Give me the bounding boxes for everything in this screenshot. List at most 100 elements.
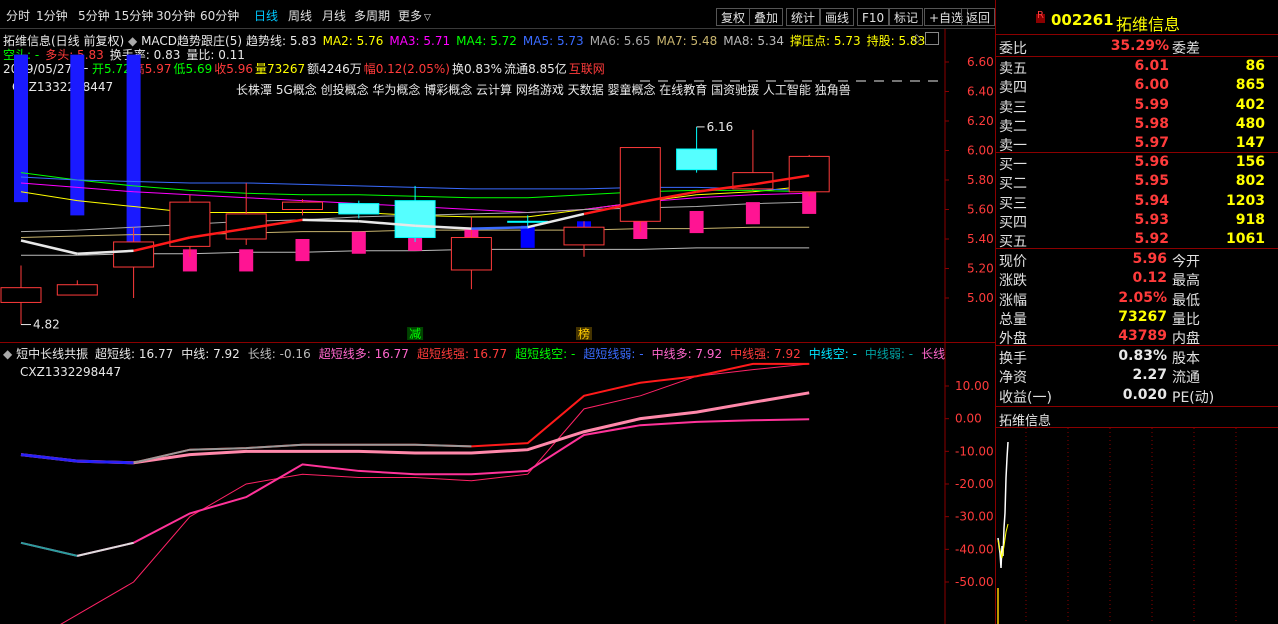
sub-y-tick-label: 0.00 <box>955 412 982 426</box>
period-tab-8[interactable]: 月线 <box>322 7 346 24</box>
bids-price: 5.92 <box>1134 231 1169 248</box>
asks-label: 卖二 <box>999 118 1027 135</box>
macd-bar <box>520 225 535 248</box>
sub-y-tick-label: -20.00 <box>955 477 994 491</box>
sub-y-tick-label: 10.00 <box>955 379 989 393</box>
stats1-row-3[interactable]: 总量 73267 量比 <box>996 308 1278 328</box>
asks-row-3[interactable]: 卖二 5.98 480 <box>996 115 1278 135</box>
stats2-row-2[interactable]: 收益(一) 0.020 PE(动) <box>996 386 1278 406</box>
bids-label: 买三 <box>999 195 1027 212</box>
period-tab-4[interactable]: 30分钟 <box>156 7 195 24</box>
trend-line-segment <box>20 239 78 255</box>
period-tab-9[interactable]: 多周期 <box>354 7 390 24</box>
candlestick-plot: 6.60 6.40 6.20 6.00 5.80 5.60 5.40 5.20 5.00 6.16… <box>0 29 994 342</box>
stats1-row-1[interactable]: 涨跌 0.12 最高 <box>996 269 1278 290</box>
stats2-value: 0.020 <box>1122 386 1167 403</box>
y-tick-label: 6.60 <box>967 55 994 69</box>
toolbar-button-4[interactable]: F10 <box>857 8 890 26</box>
stats1-row-2[interactable]: 涨幅 2.05% 最低 <box>996 289 1278 309</box>
candle-body <box>0 287 42 303</box>
long-line-weak <box>20 541 78 557</box>
macd-bar <box>239 249 254 272</box>
mid-line <box>20 391 810 465</box>
asks-row-4[interactable]: 卖一 5.97 147 <box>996 134 1278 154</box>
asks-row-1[interactable]: 卖四 6.00 865 <box>996 76 1278 97</box>
main-chart[interactable]: 拓维信息(日线 前复权) ◆ MACD趋势跟庄(5) 趋势线: 5.83 MA2:… <box>0 29 995 343</box>
macd-bar <box>745 202 760 225</box>
asks-volume: 147 <box>1235 135 1265 152</box>
reduce-marker: 减 <box>409 327 421 341</box>
toolbar-button-0[interactable]: 复权 <box>716 8 751 26</box>
sub-chart[interactable]: ◆ 短中长线共振 超短线: 16.77 中线: 7.92 长线: -0.16 超短线多… <box>0 343 995 624</box>
weibi-label: 委比 <box>999 41 1027 57</box>
candle-body <box>563 226 605 246</box>
stats1-value: 2.05% <box>1118 289 1167 306</box>
bids-row-1[interactable]: 买二 5.95 802 <box>996 172 1278 192</box>
stats1-value: 5.96 <box>1132 251 1167 267</box>
stats1-label2: 最低 <box>1172 292 1200 309</box>
macd-bar <box>689 210 704 234</box>
candle-body <box>450 237 492 271</box>
stats2-row-0[interactable]: 换手 0.83% 股本 <box>996 347 1278 367</box>
stats1-label: 涨幅 <box>999 292 1027 309</box>
toolbar-button-7[interactable]: 返回 <box>961 8 996 26</box>
weicha-label: 委差 <box>1172 41 1200 57</box>
volume-blue-bar <box>126 54 141 248</box>
period-tab-1[interactable]: 1分钟 <box>36 7 68 24</box>
chevron-down-icon: ▽ <box>424 13 431 23</box>
toolbar-button-2[interactable]: 统计 <box>786 8 821 26</box>
bids-row-0[interactable]: 买一 5.96 156 <box>996 153 1278 173</box>
stats2-value: 2.27 <box>1132 367 1167 384</box>
long-line-neutral <box>77 541 134 557</box>
bids-price: 5.96 <box>1134 154 1169 170</box>
bids-volume: 156 <box>1235 154 1265 170</box>
period-tab-6[interactable]: 日线 <box>254 7 278 24</box>
stats2-row-1[interactable]: 净资 2.27 流通 <box>996 366 1278 386</box>
period-tab-5[interactable]: 60分钟 <box>200 7 239 24</box>
y-tick-label: 6.00 <box>967 144 994 158</box>
stock-name: 拓维信息 <box>1116 15 1181 34</box>
candle-body <box>676 148 718 171</box>
bids-row-3[interactable]: 买四 5.93 918 <box>996 211 1278 231</box>
stats1-label: 总量 <box>999 311 1027 328</box>
stats2-label2: PE(动) <box>1172 389 1215 406</box>
short-line-weak <box>20 453 134 464</box>
candle-body <box>619 147 661 222</box>
asks-row-0[interactable]: 卖五 6.01 86 <box>996 57 1278 77</box>
period-tab-10[interactable]: 更多 ▽ <box>398 7 431 24</box>
asks-price: 5.98 <box>1134 115 1169 132</box>
toolbar-button-1[interactable]: 叠加 <box>749 8 784 26</box>
sub-y-tick-label: -50.00 <box>955 575 994 589</box>
high-marker-label: 6.16 <box>707 120 734 134</box>
trend-line-segment <box>471 225 528 230</box>
candle-body <box>56 284 98 296</box>
stats1-row-4[interactable]: 外盘 43789 内盘 <box>996 327 1278 347</box>
y-tick-label: 5.80 <box>967 173 994 187</box>
buy-marker: 榜 <box>578 326 590 341</box>
y-tick-label: 6.40 <box>967 85 994 99</box>
weibi-row: 委比 35.29% 委差 <box>996 37 1278 57</box>
y-tick-label: 5.20 <box>967 262 994 276</box>
sub-y-tick-label: -10.00 <box>955 444 994 458</box>
stats2-label2: 股本 <box>1172 351 1200 367</box>
volume-blue-bar <box>14 54 28 203</box>
period-tab-7[interactable]: 周线 <box>288 7 312 24</box>
bids-row-2[interactable]: 买三 5.94 1203 <box>996 192 1278 212</box>
toolbar-button-5[interactable]: 标记 <box>889 8 924 26</box>
volume-blue-bar <box>70 54 85 216</box>
bids-row-4[interactable]: 买五 5.92 1061 <box>996 230 1278 250</box>
stats1-label2: 今开 <box>1172 254 1200 270</box>
asks-label: 卖四 <box>999 80 1027 97</box>
asks-price: 6.01 <box>1134 58 1169 74</box>
trend-line-segment <box>302 218 359 223</box>
stats1-label: 涨跌 <box>999 273 1027 290</box>
asks-volume: 480 <box>1235 115 1265 132</box>
toolbar-button-3[interactable]: 画线 <box>820 8 855 26</box>
period-tab-2[interactable]: 5分钟 <box>78 7 110 24</box>
mini-intraday-chart[interactable] <box>996 428 1278 624</box>
stats1-row-0[interactable]: 现价 5.96 今开 <box>996 250 1278 270</box>
asks-row-2[interactable]: 卖三 5.99 402 <box>996 96 1278 116</box>
bids-price: 5.95 <box>1134 173 1169 190</box>
period-tab-3[interactable]: 15分钟 <box>114 7 153 24</box>
period-tab-0[interactable]: 分时 <box>6 7 30 24</box>
